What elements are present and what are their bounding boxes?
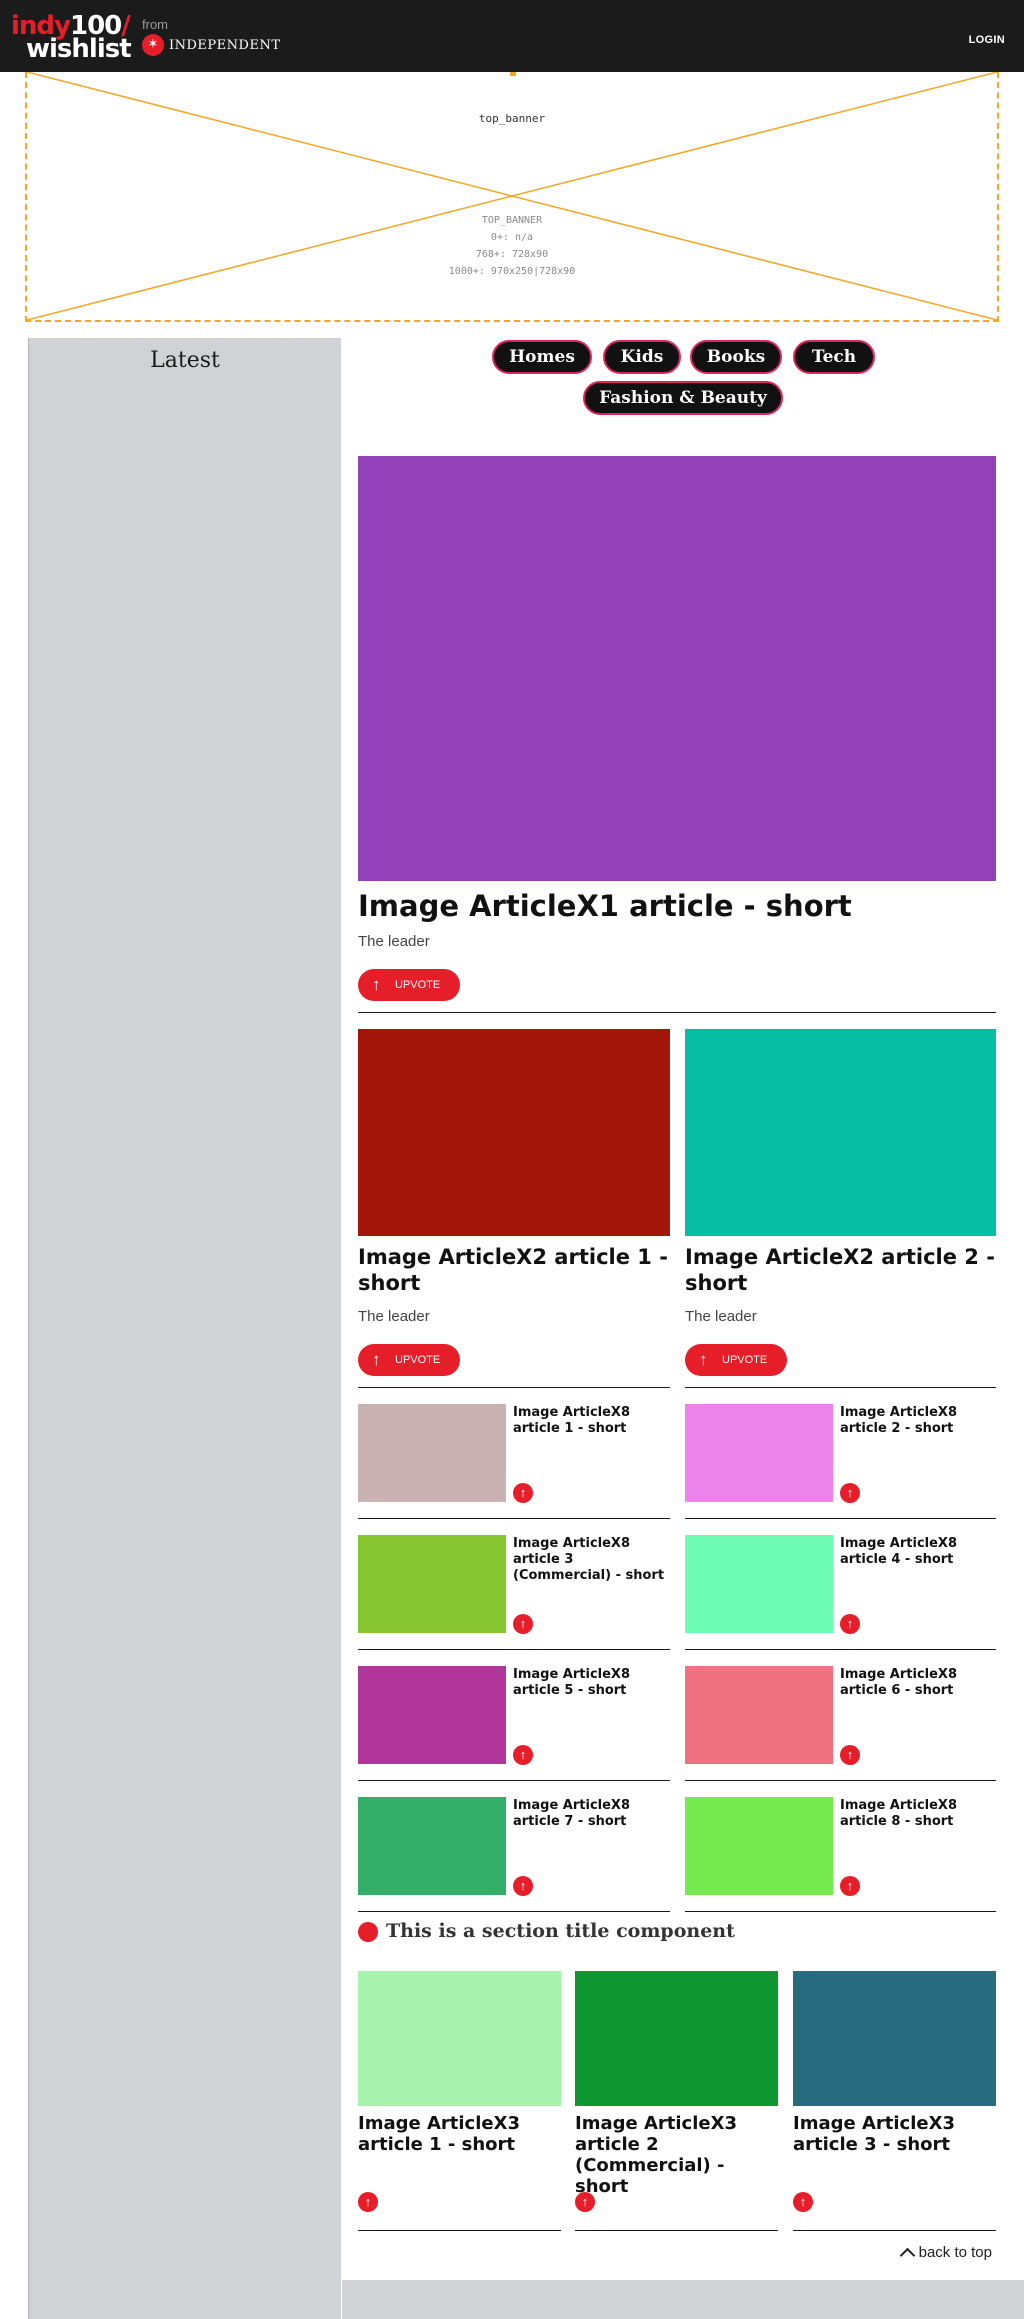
x8-article-image[interactable]: [358, 1535, 506, 1633]
x3-article-title[interactable]: Image ArticleX3 article 1 - short: [358, 2113, 563, 2155]
divider: [358, 1649, 670, 1650]
arrow-up-icon: ↑: [372, 1350, 381, 1369]
x2-article-leader: The leader: [358, 1308, 430, 1325]
upvote-circle-icon[interactable]: ↑: [513, 1745, 533, 1765]
x8-article-title[interactable]: Image ArticleX8 article 1 - short: [513, 1405, 671, 1437]
x3-article-image[interactable]: [793, 1971, 996, 2106]
back-to-top-label: back to top: [918, 2244, 992, 2261]
x8-article-image[interactable]: [685, 1666, 833, 1764]
upvote-circle-icon[interactable]: ↑: [840, 1876, 860, 1896]
divider: [685, 1649, 996, 1650]
divider: [575, 2230, 778, 2231]
divider: [685, 1911, 996, 1912]
site-header: indy100/ wishlist from ✶ INDEPENDENT LOG…: [0, 0, 1024, 72]
upvote-circle-icon[interactable]: ↑: [840, 1745, 860, 1765]
x8-article-title[interactable]: Image ArticleX8 article 3 (Commercial) -…: [513, 1536, 671, 1584]
divider: [358, 1911, 670, 1912]
x2-article-title[interactable]: Image ArticleX2 article 1 - short: [358, 1244, 670, 1296]
x8-article-title[interactable]: Image ArticleX8 article 8 - short: [840, 1798, 998, 1830]
arrow-up-icon: ↑: [372, 975, 381, 994]
x2-article-title[interactable]: Image ArticleX2 article 2 - short: [685, 1244, 996, 1296]
upvote-circle-icon[interactable]: ↑: [358, 2192, 378, 2212]
x8-article-title[interactable]: Image ArticleX8 article 7 - short: [513, 1798, 671, 1830]
x2-upvote-button[interactable]: ↑ UPVOTE: [358, 1344, 460, 1376]
x3-article-title[interactable]: Image ArticleX3 article 3 - short: [793, 2113, 998, 2155]
hero-upvote-button[interactable]: ↑ UPVOTE: [358, 969, 460, 1001]
back-to-top-link[interactable]: back to top: [899, 2244, 992, 2264]
hero-article-leader: The leader: [358, 933, 430, 950]
upvote-circle-icon[interactable]: ↑: [513, 1614, 533, 1634]
footer-strip: [342, 2280, 1024, 2319]
x8-article-image[interactable]: [685, 1535, 833, 1633]
upvote-label: UPVOTE: [395, 979, 441, 991]
x2-upvote-button[interactable]: ↑ UPVOTE: [685, 1344, 787, 1376]
indy100-wishlist-logo[interactable]: indy100/ wishlist: [11, 13, 133, 63]
banner-name: top_banner: [478, 112, 546, 125]
upvote-label: UPVOTE: [395, 1354, 441, 1366]
x8-article-image[interactable]: [358, 1404, 506, 1502]
x2-article-leader: The leader: [685, 1308, 757, 1325]
eagle-icon: ✶: [142, 34, 164, 56]
section-dot-icon: [358, 1922, 378, 1942]
divider: [793, 2230, 996, 2231]
independent-name: INDEPENDENT: [169, 37, 281, 53]
x2-article-image[interactable]: [358, 1029, 670, 1236]
sidebar-title: Latest: [150, 348, 220, 373]
x8-article-image[interactable]: [358, 1797, 506, 1895]
banner-cross-lines: [27, 72, 997, 320]
section-title: This is a section title component: [386, 1920, 735, 1942]
upvote-circle-icon[interactable]: ↑: [513, 1876, 533, 1896]
x8-article-title[interactable]: Image ArticleX8 article 5 - short: [513, 1667, 671, 1699]
divider: [685, 1780, 996, 1781]
nav-pill-books[interactable]: Books: [690, 340, 782, 374]
upvote-circle-icon[interactable]: ↑: [513, 1483, 533, 1503]
divider: [685, 1518, 996, 1519]
x2-article-image[interactable]: [685, 1029, 996, 1236]
x8-article-title[interactable]: Image ArticleX8 article 4 - short: [840, 1536, 998, 1568]
arrow-up-icon: ↑: [699, 1350, 708, 1369]
x3-article-image[interactable]: [358, 1971, 561, 2106]
x8-article-image[interactable]: [685, 1797, 833, 1895]
upvote-label: UPVOTE: [722, 1354, 768, 1366]
banner-spec-title: TOP_BANNER: [481, 215, 543, 226]
banner-spec-line: 1000+: 970x250|728x90: [448, 266, 576, 277]
upvote-circle-icon[interactable]: ↑: [793, 2192, 813, 2212]
divider: [685, 1387, 996, 1388]
from-label: from: [142, 17, 168, 32]
x3-article-title[interactable]: Image ArticleX3 article 2 (Commercial) -…: [575, 2113, 780, 2197]
divider: [358, 1387, 670, 1388]
nav-pill-tech[interactable]: Tech: [793, 340, 875, 374]
x8-article-image[interactable]: [685, 1404, 833, 1502]
nav-pill-fashion-beauty[interactable]: Fashion & Beauty: [583, 381, 783, 415]
independent-logo[interactable]: ✶ INDEPENDENT: [142, 34, 281, 56]
hero-article-image[interactable]: [358, 456, 996, 881]
nav-pill-homes[interactable]: Homes: [492, 340, 592, 374]
banner-spec-line: 768+: 728x90: [475, 249, 549, 260]
top-banner-ad-placeholder: top_banner TOP_BANNER 0+: n/a 768+: 728x…: [25, 72, 999, 322]
x3-article-image[interactable]: [575, 1971, 778, 2106]
x8-article-title[interactable]: Image ArticleX8 article 2 - short: [840, 1405, 998, 1437]
login-link[interactable]: LOGIN: [969, 34, 1005, 46]
divider: [358, 1518, 670, 1519]
upvote-circle-icon[interactable]: ↑: [575, 2192, 595, 2212]
banner-specs: TOP_BANNER 0+: n/a 768+: 728x90 1000+: 9…: [27, 212, 997, 280]
x8-article-title[interactable]: Image ArticleX8 article 6 - short: [840, 1667, 998, 1699]
logo-wishlist-text: wishlist: [26, 34, 132, 64]
divider: [358, 1780, 670, 1781]
chevron-up-icon: [899, 2247, 915, 2264]
hero-article-title[interactable]: Image ArticleX1 article - short: [358, 888, 998, 924]
banner-marker: [510, 72, 516, 76]
nav-pill-kids[interactable]: Kids: [603, 340, 681, 374]
latest-sidebar: Latest: [28, 338, 341, 2319]
upvote-circle-icon[interactable]: ↑: [840, 1483, 860, 1503]
divider: [358, 1012, 996, 1013]
banner-spec-line: 0+: n/a: [490, 232, 534, 243]
x8-article-image[interactable]: [358, 1666, 506, 1764]
divider: [358, 2230, 561, 2231]
upvote-circle-icon[interactable]: ↑: [840, 1614, 860, 1634]
